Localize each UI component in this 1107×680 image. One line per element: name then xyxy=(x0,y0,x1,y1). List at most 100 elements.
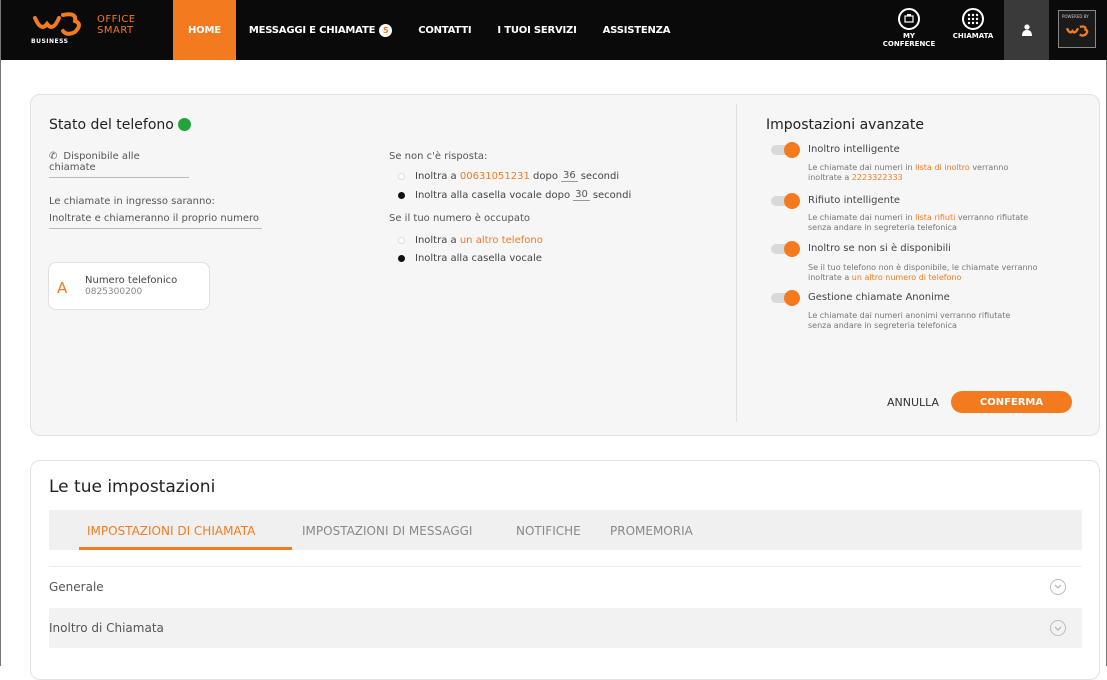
forward-target-link[interactable]: 2223322333 xyxy=(852,173,903,182)
radio-selected[interactable] xyxy=(398,191,405,199)
nav-contatti-label: CONTATTI xyxy=(418,24,472,36)
nav-assistenza[interactable]: ASSISTENZA xyxy=(590,0,684,60)
busy-voicemail-option[interactable]: Inoltra alla casella vocale xyxy=(398,253,542,264)
chiamata-button[interactable]: CHIAMATA xyxy=(948,8,998,40)
logo-business-text: BUSINESS xyxy=(31,38,69,45)
other-phone-link[interactable]: un altro telefono xyxy=(460,235,543,246)
accordion-inoltro-chiamata[interactable]: Inoltro di Chiamata xyxy=(49,608,1082,648)
phone-status-title-text: Stato del telefono xyxy=(49,117,174,133)
phone-status-title: Stato del telefono xyxy=(49,117,191,133)
adv-item-title: Rifiuto intelligente xyxy=(808,195,901,206)
desc-text: Le chiamate dai numeri anonimi verranno … xyxy=(808,311,1011,320)
nav-i-tuoi-servizi[interactable]: I TUOI SERVIZI xyxy=(484,0,589,60)
lista-inoltro-link[interactable]: lista di inoltro xyxy=(915,163,970,172)
opt-suffix: secondi xyxy=(592,189,632,201)
tab-promemoria[interactable]: PROMEMORIA xyxy=(610,524,693,538)
toggle-knob xyxy=(784,241,800,257)
chevron-down-icon[interactable] xyxy=(1050,578,1066,595)
opt-prefix: Inoltra a xyxy=(415,235,457,246)
tab-notifiche[interactable]: NOTIFICHE xyxy=(516,524,581,538)
radio-unselected[interactable] xyxy=(398,172,405,180)
opt-label: Inoltra alla casella vocale xyxy=(415,253,542,264)
accordion-label: Inoltro di Chiamata xyxy=(49,621,164,635)
adv-item-title: Inoltro se non si è disponibili xyxy=(808,243,951,254)
w3-small-logo-icon xyxy=(1066,25,1089,37)
my-conference-label: MY CONFERENCE xyxy=(882,32,936,48)
nav-home[interactable]: HOME xyxy=(173,0,236,60)
adv-item-description: Le chiamate dai numeri anonimi verranno … xyxy=(808,311,1073,331)
dialpad-icon xyxy=(962,8,984,30)
adv-item-title: Inoltro intelligente xyxy=(808,144,900,155)
nav-contatti[interactable]: CONTATTI xyxy=(405,0,484,60)
top-navigation-bar: BUSINESS OFFICE SMART HOME MESSAGGI E CH… xyxy=(1,0,1107,60)
advanced-settings-title: Impostazioni avanzate xyxy=(766,117,924,133)
office-smart-text: OFFICE SMART xyxy=(97,14,136,36)
app-frame: BUSINESS OFFICE SMART HOME MESSAGGI E CH… xyxy=(0,0,1107,680)
toggle-rifiuto-intelligente[interactable] xyxy=(771,193,800,209)
busy-forward-option[interactable]: Inoltra a un altro telefono xyxy=(398,235,543,246)
opt-prefix: Inoltra alla casella vocale dopo xyxy=(415,189,571,201)
desc-text: Se il tuo telefono non è disponibile, le… xyxy=(808,263,1038,272)
active-tab-indicator xyxy=(79,547,292,550)
forward-number-link[interactable]: 00631051231 xyxy=(460,171,530,182)
lista-rifiuti-link[interactable]: lista rifiuti xyxy=(915,213,955,222)
accordion-generale[interactable]: Generale xyxy=(49,566,1082,606)
user-menu-button[interactable] xyxy=(1004,0,1049,60)
w3-logo-icon xyxy=(33,12,81,36)
desc-text: inoltrate a xyxy=(808,173,850,182)
no-answer-heading: Se non c'è risposta: xyxy=(389,151,488,162)
no-answer-forward-option[interactable]: Inoltra a 00631051231 dopo 36 secondi xyxy=(398,170,619,182)
no-answer-voicemail-option[interactable]: Inoltra alla casella vocale dopo 30 second… xyxy=(398,189,631,201)
forward-seconds-input[interactable]: 36 xyxy=(560,170,578,182)
avatar-letter: A xyxy=(57,279,68,297)
desc-text: Le chiamate dai numeri in xyxy=(808,163,913,172)
w3-business-logo[interactable]: BUSINESS OFFICE SMART xyxy=(23,8,143,52)
busy-heading: Se il tuo numero è occupato xyxy=(389,213,531,224)
incoming-calls-field[interactable]: Inoltrate e chiameranno il proprio numer… xyxy=(49,213,262,229)
tab-impostazioni-messaggi[interactable]: IMPOSTAZIONI DI MESSAGGI xyxy=(302,524,472,538)
adv-item-description: Se il tuo telefono non è disponibile, le… xyxy=(808,263,1073,283)
adv-item-description: Le chiamate dai numeri in lista di inolt… xyxy=(808,163,1073,183)
desc-text: inoltrate a xyxy=(808,273,850,282)
toggle-inoltro-intelligente[interactable] xyxy=(771,142,800,158)
chevron-down-icon[interactable] xyxy=(1050,620,1066,636)
voicemail-seconds-input[interactable]: 30 xyxy=(573,189,590,201)
smart-text: SMART xyxy=(97,25,134,36)
main-nav: HOME MESSAGGI E CHIAMATE 5 CONTATTI I TUO… xyxy=(173,0,683,60)
phone-icon: ✆ xyxy=(49,151,58,162)
desc-text: senza andare in segreteria telefonica xyxy=(808,223,957,232)
other-number-link[interactable]: un altro numero di telefono xyxy=(852,273,962,282)
toggle-chiamate-anonime[interactable] xyxy=(771,290,800,306)
nav-home-label: HOME xyxy=(188,24,221,36)
toggle-inoltro-non-disponibili[interactable] xyxy=(771,241,800,257)
tab-impostazioni-chiamata[interactable]: IMPOSTAZIONI DI CHIAMATA xyxy=(87,524,255,538)
my-conference-button[interactable]: MY CONFERENCE xyxy=(879,8,939,48)
cancel-button[interactable]: ANNULLA xyxy=(887,396,939,409)
desc-text: verranno xyxy=(972,163,1009,172)
desc-text: senza andare in segreteria telefonica xyxy=(808,321,957,330)
availability-field[interactable]: ✆ Disponibile alle chiamate xyxy=(49,151,189,178)
phone-number-label: Numero telefonico xyxy=(85,275,178,286)
radio-selected[interactable] xyxy=(398,255,405,262)
column-divider xyxy=(736,104,737,422)
radio-unselected[interactable] xyxy=(398,237,405,244)
opt-mid: dopo xyxy=(533,170,558,182)
adv-item-description: Le chiamate dai numeri in lista rifiuti … xyxy=(808,213,1073,233)
toggle-knob xyxy=(784,142,800,158)
powered-by-text: POWERED BY xyxy=(1062,14,1089,19)
status-online-indicator xyxy=(177,118,191,131)
phone-number-value: 0825300200 xyxy=(85,287,143,297)
opt-prefix: Inoltra a xyxy=(415,170,457,182)
office-text: OFFICE xyxy=(97,14,136,25)
nav-messaggi-e-chiamate[interactable]: MESSAGGI E CHIAMATE 5 xyxy=(236,0,405,60)
nav-messaggi-label: MESSAGGI E CHIAMATE xyxy=(248,24,376,36)
confirm-button[interactable]: CONFERMA xyxy=(951,391,1072,413)
chiamata-label: CHIAMATA xyxy=(952,32,994,40)
incoming-calls-label: Le chiamate in ingresso saranno: xyxy=(49,196,215,207)
phone-number-card[interactable]: A Numero telefonico 0825300200 xyxy=(48,262,210,310)
desc-text: verranno rifiutate xyxy=(957,213,1029,222)
toggle-knob xyxy=(784,193,800,209)
adv-item-title: Gestione chiamate Anonime xyxy=(808,292,950,303)
nav-servizi-label: I TUOI SERVIZI xyxy=(497,24,577,36)
user-icon xyxy=(1021,24,1032,36)
